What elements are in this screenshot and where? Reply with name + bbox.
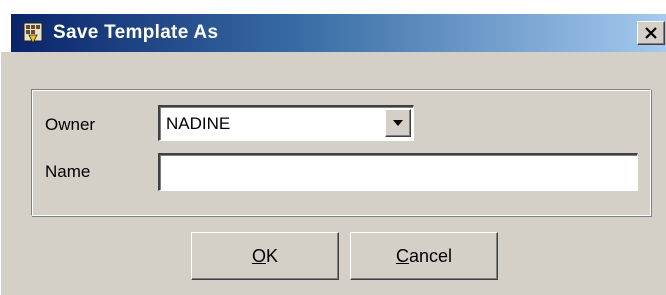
title-bar[interactable]: Save Template As (11, 14, 666, 52)
dialog-title: Save Template As (53, 22, 219, 43)
ok-mnemonic: O (251, 245, 266, 266)
cancel-mnemonic: C (395, 245, 409, 266)
title-bar-frame: Save Template As (1, 0, 666, 52)
owner-selected-value: NADINE (166, 114, 231, 133)
owner-label: Owner (45, 115, 96, 134)
name-field[interactable] (158, 153, 638, 191)
owner-dropdown[interactable]: NADINE (158, 105, 414, 141)
name-label: Name (45, 162, 91, 181)
save-template-dialog: Save Template As Owner NADINE Name OK C … (0, 0, 666, 295)
cancel-button[interactable]: Cancel (350, 232, 498, 280)
owner-dropdown-button[interactable] (385, 109, 411, 137)
dialog-body: Owner NADINE Name OK Cancel (11, 52, 666, 295)
cancel-label-rest: ancel (408, 245, 453, 266)
ok-label-rest: K (266, 245, 279, 266)
ok-button[interactable]: OK (191, 232, 339, 280)
chevron-down-icon (393, 120, 403, 126)
close-button[interactable] (637, 21, 665, 45)
app-icon (21, 21, 47, 45)
close-icon (645, 27, 657, 39)
